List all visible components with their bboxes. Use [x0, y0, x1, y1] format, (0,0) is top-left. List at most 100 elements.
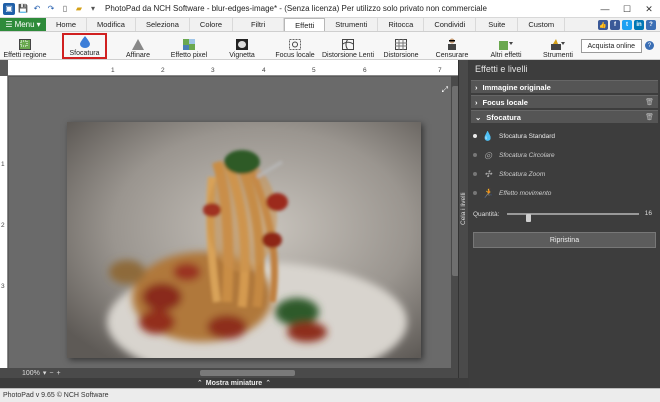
title-bar: ▣ 💾 ↶ ↷ ▯ ▰ ▾ PhotoPad da NCH Software -…	[0, 0, 660, 18]
ruler-tick: 1	[111, 67, 115, 74]
open-folder-icon[interactable]: ▰	[73, 3, 85, 15]
ruler-tick: 2	[1, 222, 5, 229]
focus-locale-button[interactable]: Focus locale	[275, 33, 315, 59]
horizontal-scroll-thumb[interactable]	[200, 370, 295, 376]
tab-seleziona[interactable]: Seleziona	[136, 18, 190, 31]
panel-title: Effetti e livelli	[475, 64, 528, 74]
like-icon[interactable]: 👍	[598, 20, 608, 30]
section-blur[interactable]: ⌄ Sfocatura 🗑	[471, 110, 658, 123]
dropdown-icon[interactable]: ▾	[87, 3, 99, 15]
altri-effetti-button[interactable]: Altri effetti	[488, 33, 524, 59]
sfocatura-button[interactable]: Sfocatura	[62, 33, 107, 59]
section-label: Immagine originale	[482, 82, 551, 92]
tab-colore[interactable]: Colore	[190, 18, 233, 31]
tab-filtri[interactable]: Filtri	[233, 18, 285, 31]
redo-icon[interactable]: ↷	[45, 3, 57, 15]
save-icon[interactable]: 💾	[17, 3, 29, 15]
tab-suite[interactable]: Suite	[476, 18, 519, 31]
blur-option-zoom[interactable]: ✣ Sfocatura Zoom	[473, 168, 545, 180]
radio-dot	[473, 134, 477, 138]
option-label: Effetto movimento	[499, 189, 552, 197]
window-controls: — ☐ ✕	[594, 0, 660, 18]
censurare-button[interactable]: Censurare	[436, 33, 468, 59]
tools-icon	[551, 38, 565, 50]
tab-modifica[interactable]: Modifica	[87, 18, 136, 31]
zoom-out-icon[interactable]: −	[49, 370, 53, 377]
effetti-regione-button[interactable]: Effetti regione	[3, 33, 47, 59]
effetto-pixel-button[interactable]: Effetto pixel	[170, 33, 208, 59]
zoom-burst-icon: ✣	[484, 168, 492, 179]
undo-icon[interactable]: ↶	[31, 3, 43, 15]
pixel-effect-icon	[182, 38, 196, 50]
menu-button-label: Menu	[14, 20, 35, 29]
canvas-area[interactable]: ⤢	[9, 77, 458, 368]
close-button[interactable]: ✕	[638, 0, 660, 18]
zoom-in-icon[interactable]: +	[57, 370, 61, 377]
new-file-icon[interactable]: ▯	[59, 3, 71, 15]
option-label: Sfocatura Standard	[499, 132, 556, 140]
menu-button[interactable]: ☰ Menu ▾	[0, 18, 46, 31]
section-label: Sfocatura	[486, 112, 521, 122]
linkedin-icon[interactable]: in	[634, 20, 644, 30]
focus-locale-label: Focus locale	[275, 52, 315, 59]
quantity-slider[interactable]	[507, 213, 639, 222]
distorsione-button[interactable]: Distorsione	[383, 33, 419, 59]
buy-online-button[interactable]: Acquista online	[580, 39, 642, 53]
maximize-button[interactable]: ☐	[616, 0, 638, 18]
help-small-icon[interactable]: ?	[646, 20, 656, 30]
hamburger-icon: ☰	[5, 20, 13, 29]
blur-option-standard[interactable]: 💧 Sfocatura Standard	[473, 130, 555, 142]
reset-button[interactable]: Ripristina	[473, 232, 656, 248]
blur-option-circular[interactable]: ◎ Sfocatura Circolare	[473, 149, 555, 161]
minimize-button[interactable]: —	[594, 0, 616, 18]
tab-condividi[interactable]: Condividi	[424, 18, 477, 31]
edited-image[interactable]	[67, 122, 421, 358]
window-title: PhotoPad da NCH Software - blur-edges-im…	[105, 4, 487, 13]
vertical-ruler: 1 2 3	[0, 76, 8, 368]
blur-option-motion[interactable]: 🏃 Effetto movimento	[473, 187, 551, 199]
twitter-icon[interactable]: t	[622, 20, 632, 30]
chevron-down-icon: ▾	[36, 20, 41, 29]
workspace: 1 2 3 4 5 6 7 1 2 3 ⤢ 100% ▾ − +	[0, 60, 468, 378]
distortion-icon	[394, 38, 408, 50]
section-original-image[interactable]: › Immagine originale	[471, 80, 658, 93]
tab-strumenti[interactable]: Strumenti	[325, 18, 379, 31]
section-label: Focus locale	[482, 97, 528, 107]
distorsione-lenti-button[interactable]: Distorsione Lenti	[321, 33, 375, 59]
tab-effetti[interactable]: Effetti	[284, 18, 326, 31]
ruler-tick: 1	[1, 161, 5, 168]
zoom-dropdown-icon[interactable]: ▾	[43, 369, 47, 377]
altri-effetti-label: Altri effetti	[490, 52, 522, 59]
lens-distortion-icon	[341, 38, 355, 50]
tab-custom[interactable]: Custom	[518, 18, 566, 31]
section-local-focus[interactable]: › Focus locale 🗑	[471, 95, 658, 108]
more-effects-icon	[499, 38, 513, 50]
blur-drop-icon	[78, 36, 92, 48]
affinare-label: Affinare	[126, 52, 150, 59]
quantity-control: Quantità: 16	[473, 209, 656, 222]
local-focus-icon	[288, 38, 302, 50]
ruler-tick: 6	[363, 67, 367, 74]
distorsione-lenti-label: Distorsione Lenti	[321, 52, 375, 59]
facebook-icon[interactable]: f	[610, 20, 620, 30]
effetto-pixel-label: Effetto pixel	[170, 52, 208, 59]
slider-thumb[interactable]	[525, 214, 531, 222]
affinare-button[interactable]: Affinare	[123, 33, 153, 59]
strumenti-button[interactable]: Strumenti	[541, 33, 575, 59]
delete-icon[interactable]: 🗑	[645, 98, 654, 106]
chevron-right-icon: ›	[475, 82, 478, 92]
delete-icon[interactable]: 🗑	[645, 113, 654, 121]
radio-dot	[473, 172, 477, 176]
zoom-controls: 100% ▾ − +	[22, 369, 61, 378]
option-label: Sfocatura Circolare	[499, 151, 555, 159]
fit-to-screen-icon[interactable]: ⤢	[442, 85, 448, 95]
sfocatura-label: Sfocatura	[69, 50, 100, 57]
vignetta-button[interactable]: Vignetta	[228, 33, 256, 59]
tab-ritocca[interactable]: Ritocca	[378, 18, 425, 31]
ruler-tick: 3	[1, 283, 5, 290]
help-icon[interactable]: ?	[645, 41, 654, 50]
thumbnail-strip-toggle[interactable]: ⌃ Mostra miniature ⌃	[0, 378, 468, 388]
hide-layers-tab[interactable]: Cela i livelli	[458, 60, 468, 378]
zoom-level[interactable]: 100%	[22, 370, 40, 377]
tab-home[interactable]: Home	[46, 18, 88, 31]
